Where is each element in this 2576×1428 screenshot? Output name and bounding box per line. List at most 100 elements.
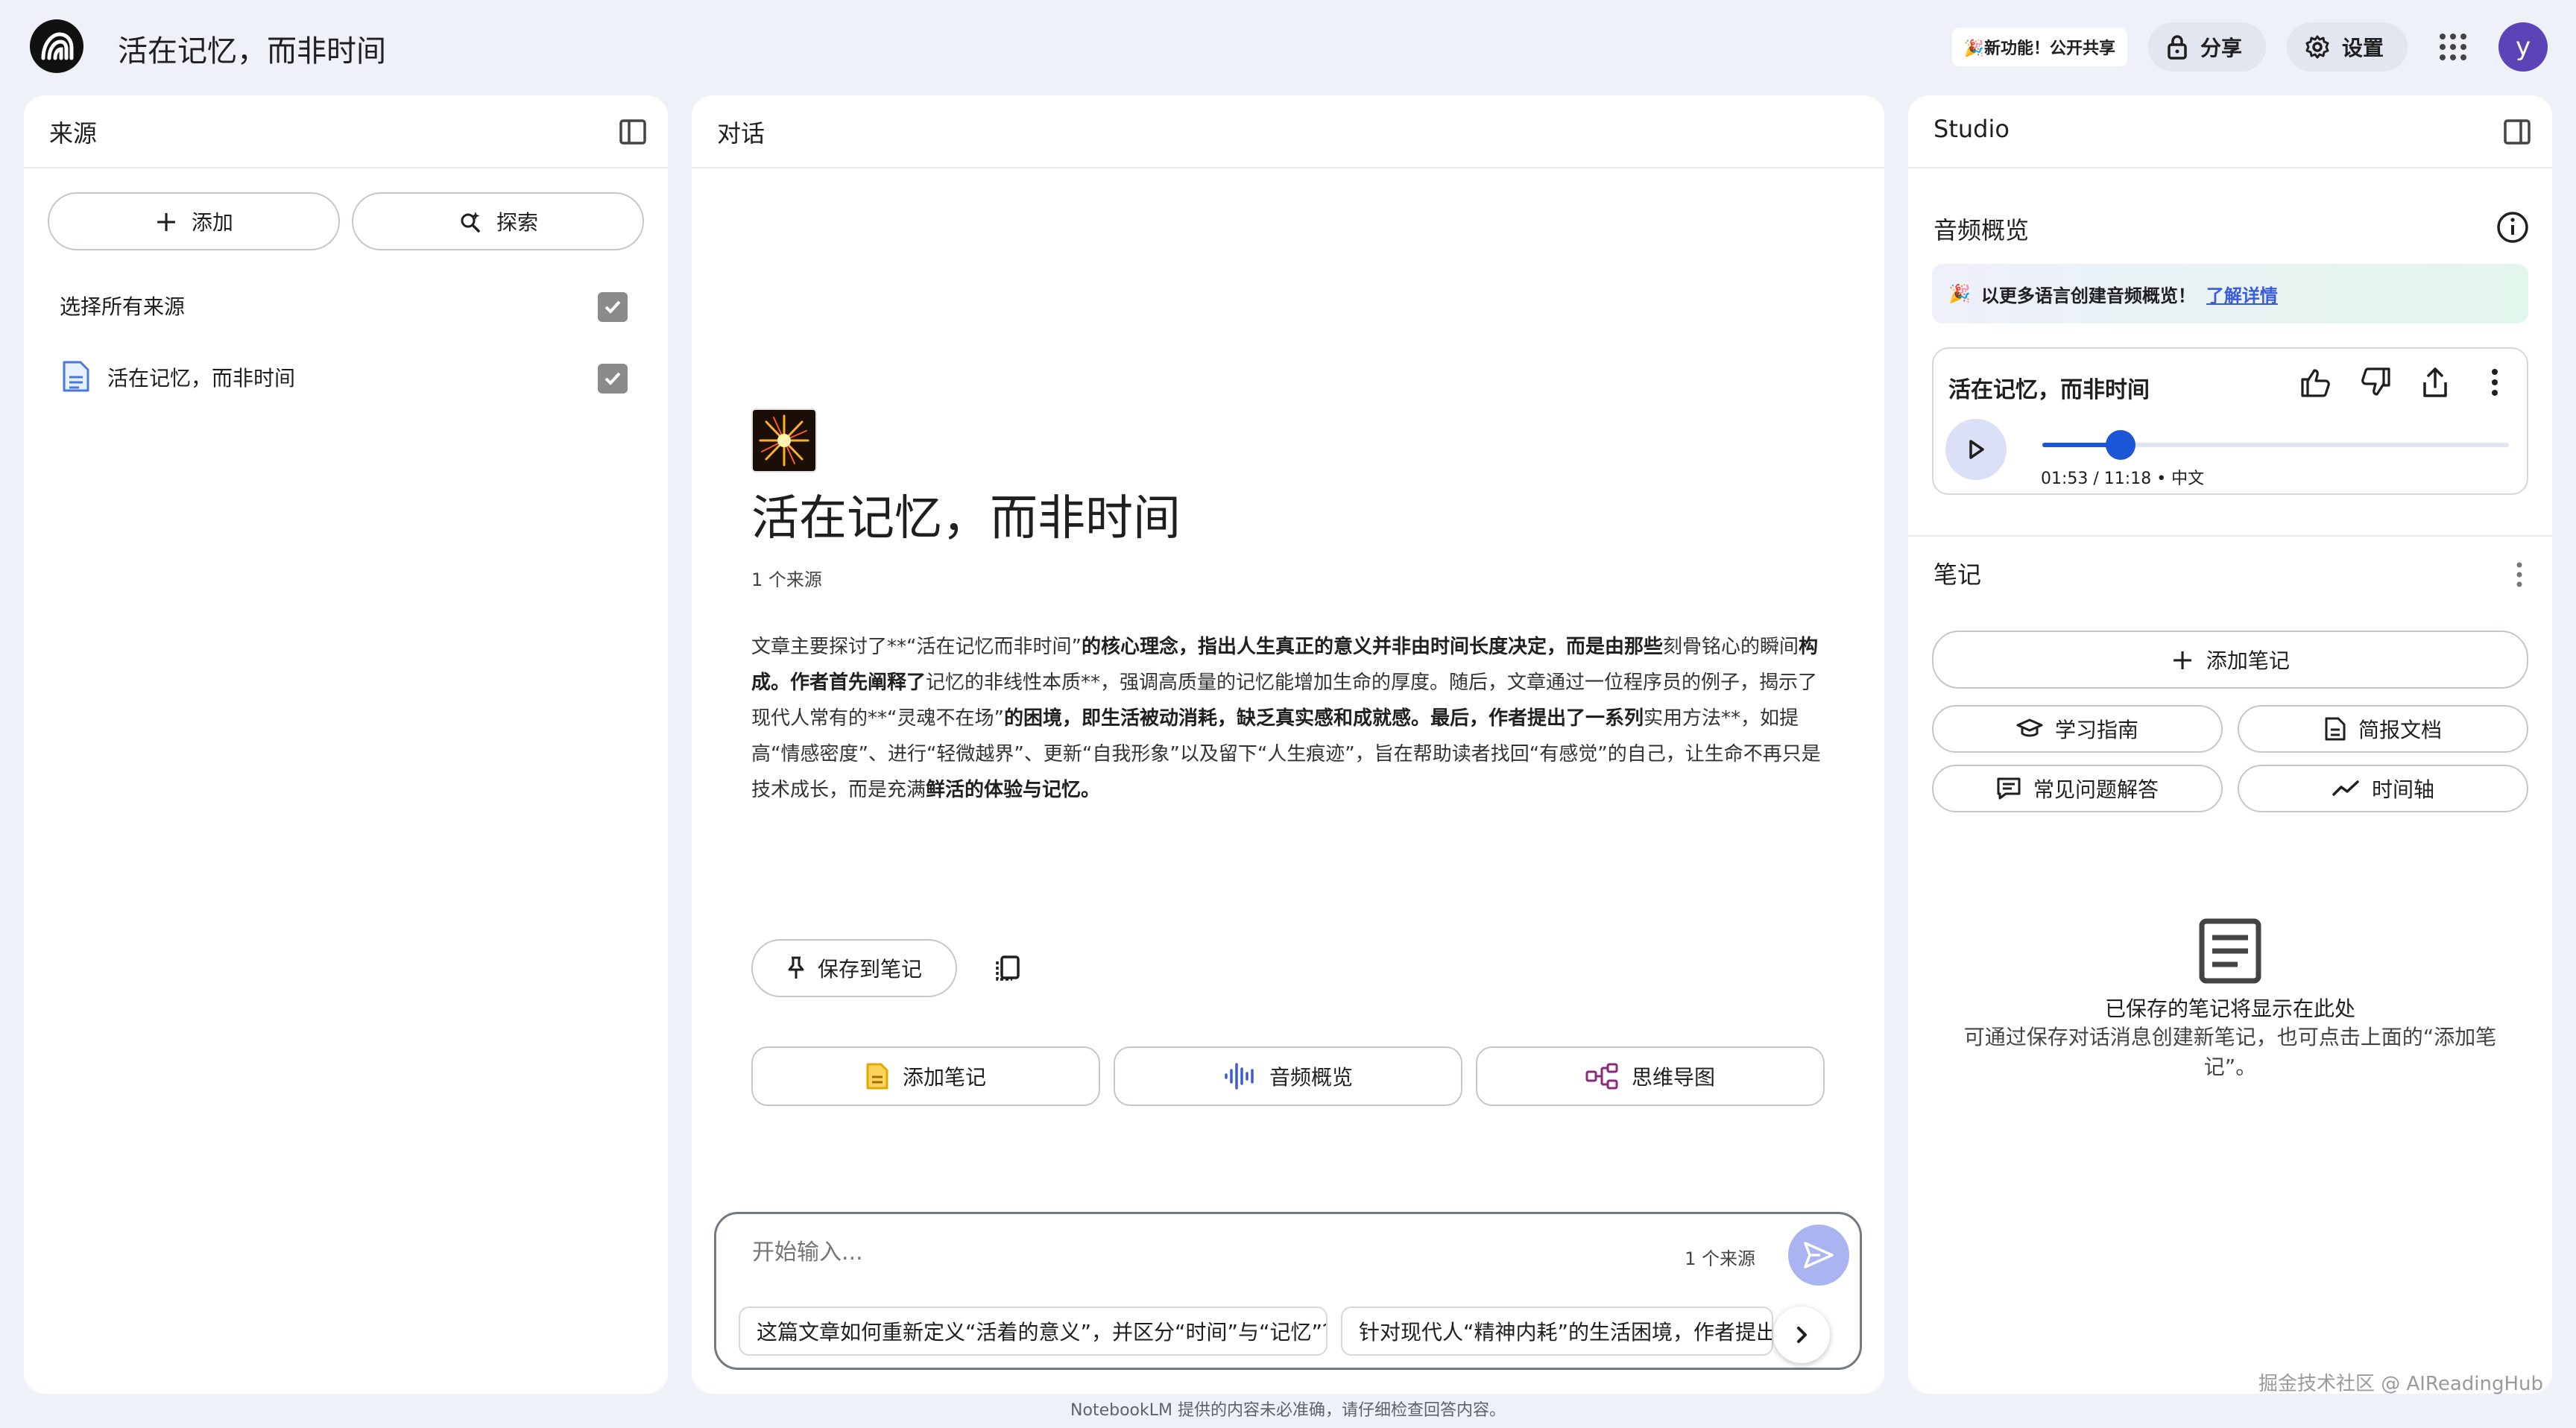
source-checkbox[interactable] [598, 364, 628, 394]
header-actions: 🎉新功能！公开共享 分享 设置 y [1951, 22, 2548, 72]
studio-panel-header: Studio [1908, 95, 2552, 168]
share-export-icon[interactable] [2416, 364, 2454, 401]
add-source-button[interactable]: + 添加 [48, 192, 340, 250]
thumbs-up-icon[interactable] [2297, 364, 2334, 401]
collapse-panel-icon[interactable] [2498, 113, 2536, 151]
chat-input[interactable] [752, 1239, 1572, 1266]
chat-panel-header: 对话 [692, 95, 1884, 168]
apps-grid-icon[interactable] [2428, 22, 2478, 72]
study-guide-button[interactable]: 学习指南 [1932, 705, 2223, 753]
sources-title: 来源 [49, 119, 98, 148]
sources-panel-header: 来源 [24, 95, 668, 168]
add-note-action-label: 添加笔记 [902, 1065, 986, 1090]
empty-notes-title: 已保存的笔记将显示在此处 [2104, 996, 2355, 1021]
learn-more-link[interactable]: 了解详情 [2206, 281, 2278, 307]
summary-segment: 鲜活的体验与记忆。 [926, 779, 1101, 801]
check-icon [604, 372, 621, 385]
notes-placeholder-icon [2196, 917, 2264, 985]
lock-icon [2168, 35, 2187, 60]
select-all-checkbox[interactable] [598, 292, 628, 322]
notebooklm-logo-icon[interactable] [30, 19, 83, 73]
faq-button[interactable]: 常见问题解答 [1932, 765, 2223, 812]
add-note-action-button[interactable]: 添加笔记 [751, 1046, 1100, 1106]
chevron-right-icon[interactable] [1773, 1307, 1830, 1363]
explore-sources-button[interactable]: 探索 [352, 192, 644, 250]
timeline-label: 时间轴 [2371, 777, 2434, 802]
fireworks-emoji-icon [751, 408, 817, 473]
send-icon [1804, 1242, 1834, 1269]
info-icon[interactable] [2496, 210, 2533, 247]
gear-icon [2305, 35, 2329, 59]
audio-progress-slider[interactable] [2042, 430, 2509, 460]
audio-time: 01:53 / 11:18 • 中文 [2041, 470, 2205, 488]
app-header: 活在记忆，而非时间 🎉新功能！公开共享 分享 设置 y [0, 0, 2576, 94]
more-vertical-icon[interactable] [2506, 556, 2533, 593]
check-icon [604, 300, 621, 314]
settings-button[interactable]: 设置 [2286, 22, 2408, 72]
doc-icon [2325, 717, 2346, 741]
thumbs-down-icon[interactable] [2357, 364, 2394, 401]
add-note-label: 添加笔记 [2206, 648, 2290, 673]
audio-overview-label: 音频概览 [1269, 1065, 1353, 1090]
mind-map-button[interactable]: 思维导图 [1476, 1046, 1825, 1106]
save-to-note-label: 保存到笔记 [817, 957, 922, 982]
faq-icon [1997, 777, 2021, 800]
chat-panel: 对话 活在记忆，而非时间 1 个来源 文章主要探讨了**“活在记忆而非时间”的核… [692, 95, 1884, 1394]
summary-segment: 的核心理念，指出人生真正的意义并非由时间长度决定，而是由那些 [1081, 636, 1663, 658]
source-count: 1 个来源 [751, 569, 822, 590]
briefing-doc-button[interactable]: 简报文档 [2238, 705, 2528, 753]
settings-label: 设置 [2341, 36, 2384, 60]
audio-language-banner: 🎉 以更多语言创建音频概览！ 了解详情 [1932, 264, 2528, 323]
play-button[interactable] [1945, 419, 2007, 480]
divider [1908, 535, 2552, 537]
studio-panel: Studio 音频概览 🎉 以更多语言创建音频概览！ 了解详情 活在记忆，而非时… [1908, 95, 2552, 1394]
studio-title: Studio [1933, 115, 2010, 143]
summary-segment: 刻骨铭心的瞬间 [1662, 636, 1799, 658]
chat-title: 对话 [717, 119, 765, 148]
banner-text: 以更多语言创建音频概览！ [1980, 285, 2196, 306]
play-icon [1969, 440, 1984, 459]
more-vertical-icon[interactable] [2476, 364, 2513, 401]
party-popper-icon: 🎉 [1948, 283, 1971, 304]
document-icon [63, 361, 89, 392]
watermark: 掘金技术社区 @ AIReadingHub [2258, 1373, 2543, 1395]
collapse-panel-icon[interactable] [614, 113, 651, 151]
faq-label: 常见问题解答 [2033, 777, 2159, 802]
share-button[interactable]: 分享 [2147, 22, 2266, 72]
add-source-label: 添加 [191, 210, 233, 235]
timeline-button[interactable]: 时间轴 [2238, 765, 2528, 812]
graduation-cap-icon [2016, 718, 2043, 737]
notebook-title[interactable]: 活在记忆，而非时间 [118, 27, 386, 70]
study-guide-label: 学习指南 [2054, 718, 2138, 742]
select-all-label: 选择所有来源 [60, 294, 186, 319]
copy-icon[interactable] [990, 951, 1026, 987]
source-item-label: 活在记忆，而非时间 [107, 366, 296, 391]
send-button[interactable] [1788, 1225, 1849, 1286]
disclaimer-text: NotebookLM 提供的内容未必准确，请仔细检查回答内容。 [1070, 1401, 1506, 1420]
save-to-note-button[interactable]: 保存到笔记 [751, 939, 957, 997]
notebook-heading: 活在记忆，而非时间 [751, 491, 1181, 546]
audio-overview-button[interactable]: 音频概览 [1114, 1046, 1462, 1106]
avatar[interactable]: y [2498, 22, 2548, 72]
mind-map-label: 思维导图 [1631, 1065, 1715, 1090]
suggestion-chip[interactable]: 这篇文章如何重新定义“活着的意义”，并区分“时间”与“记忆”？ [739, 1307, 1328, 1356]
summary-segment: 的困境，即生活被动消耗，缺乏真实感和成就感。最后，作者提出了一系列 [1003, 707, 1644, 730]
mind-map-icon [1585, 1063, 1618, 1090]
explore-label: 探索 [496, 210, 538, 235]
suggestion-chip[interactable]: 针对现代人“精神内耗”的生活困境，作者提出 [1341, 1307, 1773, 1356]
add-note-button[interactable]: + 添加笔记 [1932, 631, 2528, 689]
chat-composer: 1 个来源 这篇文章如何重新定义“活着的意义”，并区分“时间”与“记忆”？ 针对… [714, 1212, 1862, 1370]
sources-panel: 来源 + 添加 探索 选择所有来源 活在记忆，而非时间 [24, 95, 668, 1394]
search-sparkle-icon [461, 212, 480, 233]
share-label: 分享 [2200, 36, 2242, 60]
plus-icon: + [154, 205, 178, 238]
timeline-icon [2332, 780, 2359, 796]
new-feature-badge[interactable]: 🎉新功能！公开共享 [1951, 28, 2127, 66]
empty-notes-description: 可通过保存对话消息创建新笔记，也可点击上面的“添加笔记”。 [1963, 1025, 2497, 1079]
audio-overview-card: 活在记忆，而非时间 01:53 / 11:18 • 中文 [1932, 347, 2528, 495]
summary-segment: 文章主要探讨了**“活在记忆而非时间” [751, 636, 1082, 658]
note-icon [866, 1063, 888, 1090]
audio-title: 活在记忆，而非时间 [1948, 377, 2150, 403]
composer-source-count: 1 个来源 [1685, 1248, 1755, 1269]
audio-progress-thumb[interactable] [2106, 430, 2136, 460]
